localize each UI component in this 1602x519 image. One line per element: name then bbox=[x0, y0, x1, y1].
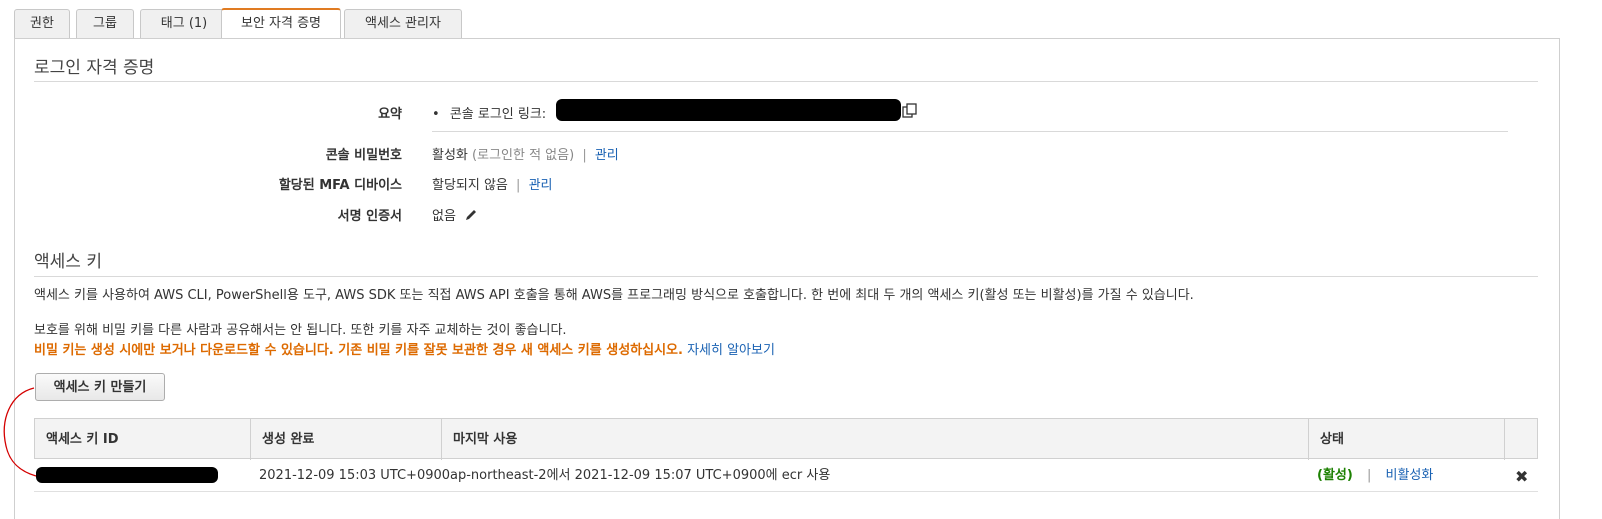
protect-note: 보호를 위해 비밀 키를 다른 사람과 공유해서는 안 됩니다. 또한 키를 자… bbox=[34, 323, 567, 338]
signing-cert-status: 없음 bbox=[432, 209, 456, 224]
manage-console-password-link[interactable]: 관리 bbox=[595, 148, 619, 163]
copy-icon[interactable] bbox=[902, 103, 918, 123]
bullet: • bbox=[432, 107, 440, 122]
separator: | bbox=[582, 148, 587, 163]
tab-permissions[interactable]: 권한 bbox=[14, 9, 70, 38]
pencil-icon[interactable] bbox=[464, 208, 478, 226]
learn-more-link[interactable]: 자세히 알아보기 bbox=[687, 343, 775, 358]
tab-groups[interactable]: 그룹 bbox=[76, 9, 134, 38]
console-password-label: 콘솔 비밀번호 bbox=[325, 148, 402, 163]
tab-tags[interactable]: 태그 (1) bbox=[140, 9, 228, 38]
redacted-access-key-id bbox=[36, 467, 218, 483]
divider bbox=[34, 276, 1538, 277]
redacted-signin-link bbox=[556, 99, 901, 121]
mfa-label: 할당된 MFA 디바이스 bbox=[278, 178, 402, 193]
table-header: 액세스 키 ID 생성 완료 마지막 사용 상태 bbox=[34, 418, 1538, 460]
status-cell: (활성) | 비활성화 bbox=[1317, 459, 1433, 492]
delete-icon[interactable]: ✖ bbox=[1515, 467, 1528, 486]
console-password-note: (로그인한 적 없음) bbox=[472, 148, 575, 163]
console-password-status: 활성화 bbox=[432, 148, 468, 163]
col-status: 상태 bbox=[1309, 419, 1505, 460]
col-created: 생성 완료 bbox=[251, 419, 442, 460]
console-password-value: 활성화 (로그인한 적 없음) | 관리 bbox=[432, 144, 619, 163]
summary-label: 요약 bbox=[378, 107, 402, 122]
table-row: 2021-12-09 15:03 UTC+0900 ap-northeast-2… bbox=[34, 459, 1538, 492]
access-keys-title: 액세스 키 bbox=[34, 252, 102, 272]
created-cell: 2021-12-09 15:03 UTC+0900 bbox=[259, 468, 451, 483]
warning-note: 비밀 키는 생성 시에만 보거나 다운로드할 수 있습니다. 기존 비밀 키를 … bbox=[34, 339, 775, 358]
col-last-used: 마지막 사용 bbox=[442, 419, 1309, 460]
divider bbox=[432, 131, 1508, 132]
deactivate-link[interactable]: 비활성화 bbox=[1385, 468, 1433, 483]
tab-security-credentials[interactable]: 보안 자격 증명 bbox=[221, 8, 341, 39]
manage-mfa-link[interactable]: 관리 bbox=[529, 178, 553, 193]
signin-credentials-title: 로그인 자격 증명 bbox=[34, 58, 155, 78]
access-keys-description: 액세스 키를 사용하여 AWS CLI, PowerShell용 도구, AWS… bbox=[34, 288, 1194, 303]
divider bbox=[34, 81, 1538, 82]
separator: | bbox=[1366, 468, 1372, 483]
mfa-value: 할당되지 않음 | 관리 bbox=[432, 174, 553, 193]
mfa-status: 할당되지 않음 bbox=[432, 178, 508, 193]
console-signin-link-label: 콘솔 로그인 링크: bbox=[449, 107, 547, 122]
col-access-key-id: 액세스 키 ID bbox=[35, 419, 251, 460]
signing-cert-value: 없음 bbox=[432, 205, 478, 226]
status-active: (활성) bbox=[1317, 468, 1353, 483]
secret-key-warning: 비밀 키는 생성 시에만 보거나 다운로드할 수 있습니다. 기존 비밀 키를 … bbox=[34, 343, 683, 358]
console-signin-link-row: • 콘솔 로그인 링크: bbox=[432, 103, 546, 122]
last-used-cell: ap-northeast-2에서 2021-12-09 15:07 UTC+09… bbox=[450, 468, 831, 483]
tab-access-advisor[interactable]: 액세스 관리자 bbox=[344, 9, 462, 38]
separator: | bbox=[516, 178, 521, 193]
signing-cert-label: 서명 인증서 bbox=[337, 209, 402, 224]
create-access-key-button[interactable]: 액세스 키 만들기 bbox=[35, 373, 165, 401]
